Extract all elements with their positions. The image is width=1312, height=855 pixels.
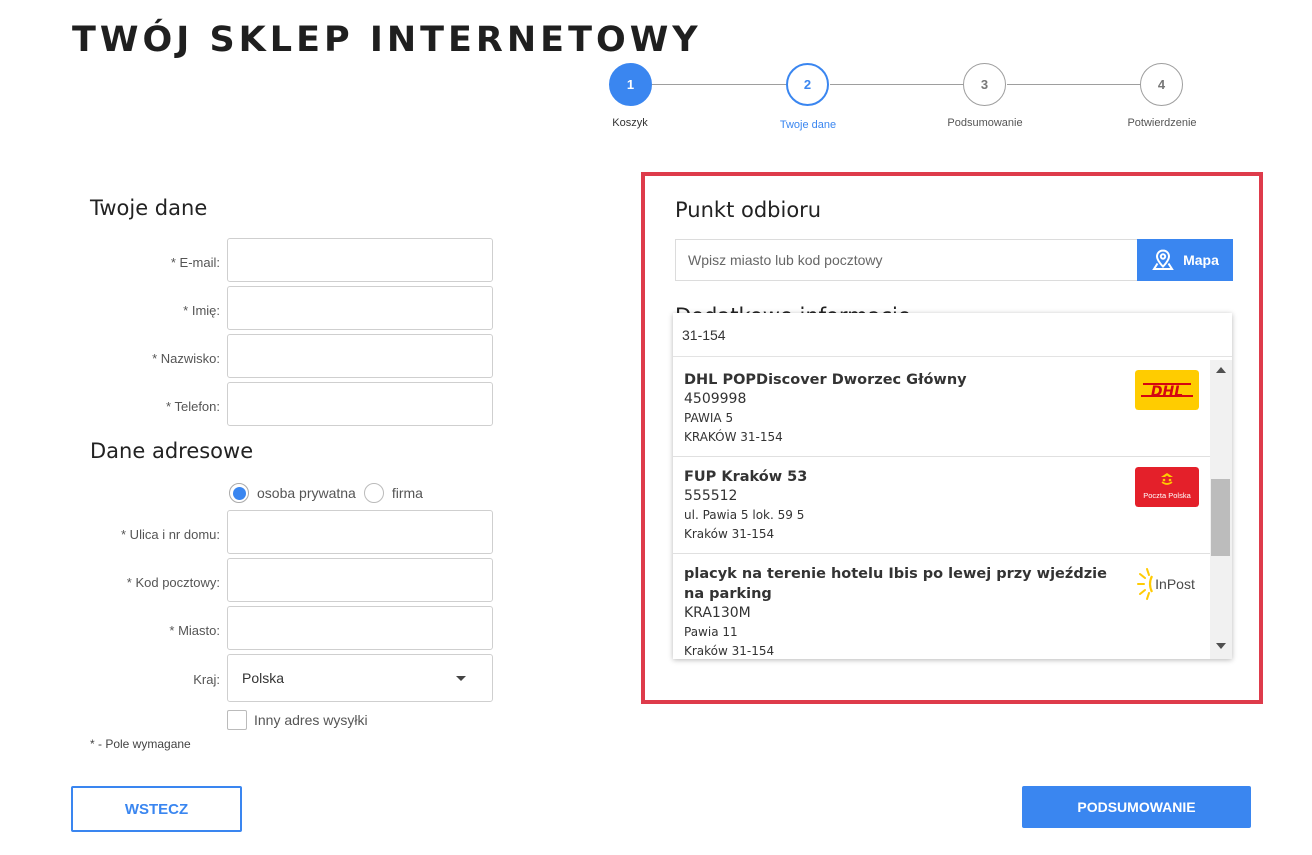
postal-code-field[interactable] bbox=[227, 558, 493, 602]
pickup-address-line: ul. Pawia 5 lok. 59 5 bbox=[684, 508, 805, 522]
step-1-circle[interactable]: 1 bbox=[609, 63, 652, 106]
step-3-label: Podsumowanie bbox=[947, 117, 1023, 129]
radio-private[interactable] bbox=[229, 483, 249, 503]
list-item[interactable]: DHL POPDiscover Dworzec Główny 4509998 P… bbox=[673, 360, 1210, 457]
pickup-city-line: Kraków 31-154 bbox=[684, 527, 775, 541]
first-name-label: * Imię: bbox=[183, 303, 220, 318]
chevron-down-icon bbox=[456, 676, 466, 681]
dropdown-scrollbar[interactable] bbox=[1210, 360, 1232, 659]
city-label: * Miasto: bbox=[169, 623, 220, 638]
list-item[interactable]: placyk na terenie hotelu Ibis po lewej p… bbox=[673, 554, 1210, 659]
scroll-up-arrow-icon[interactable] bbox=[1216, 367, 1226, 373]
last-name-label: * Nazwisko: bbox=[152, 351, 220, 366]
scroll-down-arrow-icon[interactable] bbox=[1216, 643, 1226, 649]
pickup-name: placyk na terenie hotelu Ibis po lewej p… bbox=[684, 566, 1107, 602]
other-address-checkbox[interactable] bbox=[227, 710, 247, 730]
pickup-results-list: DHL POPDiscover Dworzec Główny 4509998 P… bbox=[673, 360, 1210, 659]
pickup-code: 4509998 bbox=[684, 391, 747, 407]
radio-company[interactable] bbox=[363, 483, 384, 503]
other-address-label[interactable]: Inny adres wysyłki bbox=[254, 712, 368, 728]
dropdown-search-field[interactable]: 31-154 bbox=[673, 313, 1232, 357]
pickup-code: KRA130M bbox=[684, 605, 751, 621]
list-item[interactable]: FUP Kraków 53 555512 ul. Pawia 5 lok. 59… bbox=[673, 457, 1210, 554]
pickup-city-line: Kraków 31-154 bbox=[684, 644, 775, 658]
step-1-label: Koszyk bbox=[612, 117, 648, 129]
pickup-results-dropdown: 31-154 DHL POPDiscover Dworzec Główny 45… bbox=[673, 313, 1232, 659]
map-pin-icon bbox=[1152, 249, 1174, 270]
city-field[interactable] bbox=[227, 606, 493, 650]
country-label: Kraj: bbox=[193, 672, 220, 687]
inpost-logo-text: InPost bbox=[1155, 576, 1195, 592]
pickup-point-title: Punkt odbioru bbox=[675, 198, 822, 222]
pickup-address-line: PAWIA 5 bbox=[684, 411, 734, 425]
required-fields-note: * - Pole wymagane bbox=[90, 737, 191, 751]
poczta-logo-text: Poczta Polska bbox=[1143, 491, 1191, 500]
step-4-label: Potwierdzenie bbox=[1127, 117, 1197, 129]
stepper-connector bbox=[830, 84, 964, 85]
pickup-name: FUP Kraków 53 bbox=[684, 469, 808, 485]
pickup-code: 555512 bbox=[684, 488, 738, 504]
personal-data-title: Twoje dane bbox=[90, 196, 208, 220]
pickup-name: DHL POPDiscover Dworzec Główny bbox=[684, 372, 967, 388]
phone-label: * Telefon: bbox=[166, 399, 220, 414]
stepper-connector bbox=[652, 84, 786, 85]
street-field[interactable] bbox=[227, 510, 493, 554]
inpost-logo: InPost bbox=[1135, 564, 1199, 604]
address-title: Dane adresowe bbox=[90, 439, 254, 463]
pickup-search-input[interactable]: Wpisz miasto lub kod pocztowy bbox=[675, 239, 1138, 281]
radio-private-label[interactable]: osoba prywatna bbox=[257, 485, 356, 501]
poczta-polska-logo: Poczta Polska bbox=[1135, 467, 1199, 507]
map-button[interactable]: Mapa bbox=[1137, 239, 1233, 281]
country-select-value: Polska bbox=[242, 670, 285, 686]
email-field[interactable] bbox=[227, 238, 493, 282]
email-label: * E-mail: bbox=[170, 255, 220, 270]
last-name-field[interactable] bbox=[227, 334, 493, 378]
customer-type-radios: osoba prywatna firma bbox=[229, 483, 423, 503]
back-button[interactable]: WSTECZ bbox=[71, 786, 242, 832]
phone-field[interactable] bbox=[227, 382, 493, 426]
first-name-field[interactable] bbox=[227, 286, 493, 330]
step-4-circle: 4 bbox=[1140, 63, 1183, 106]
map-button-label: Mapa bbox=[1183, 252, 1219, 268]
step-3-circle: 3 bbox=[963, 63, 1006, 106]
street-label: * Ulica i nr domu: bbox=[121, 527, 220, 542]
pickup-address-line: Pawia 11 bbox=[684, 625, 738, 639]
country-select[interactable]: Polska bbox=[227, 654, 493, 702]
dhl-logo-text: DHL bbox=[1151, 384, 1183, 400]
summary-button[interactable]: PODSUMOWANIE bbox=[1022, 786, 1251, 828]
step-2-circle[interactable]: 2 bbox=[786, 63, 829, 106]
dhl-logo: DHL bbox=[1135, 370, 1199, 410]
pickup-city-line: KRAKÓW 31-154 bbox=[684, 430, 783, 444]
other-address-row: Inny adres wysyłki bbox=[227, 710, 368, 730]
stepper-connector bbox=[1007, 84, 1141, 85]
radio-company-label[interactable]: firma bbox=[392, 485, 423, 501]
step-2-label: Twoje dane bbox=[779, 119, 837, 131]
postal-code-label: * Kod pocztowy: bbox=[126, 575, 220, 590]
scrollbar-thumb[interactable] bbox=[1211, 479, 1230, 556]
checkout-stepper: 1 2 3 4 Koszyk Twoje dane Podsumowanie P… bbox=[0, 0, 1312, 140]
